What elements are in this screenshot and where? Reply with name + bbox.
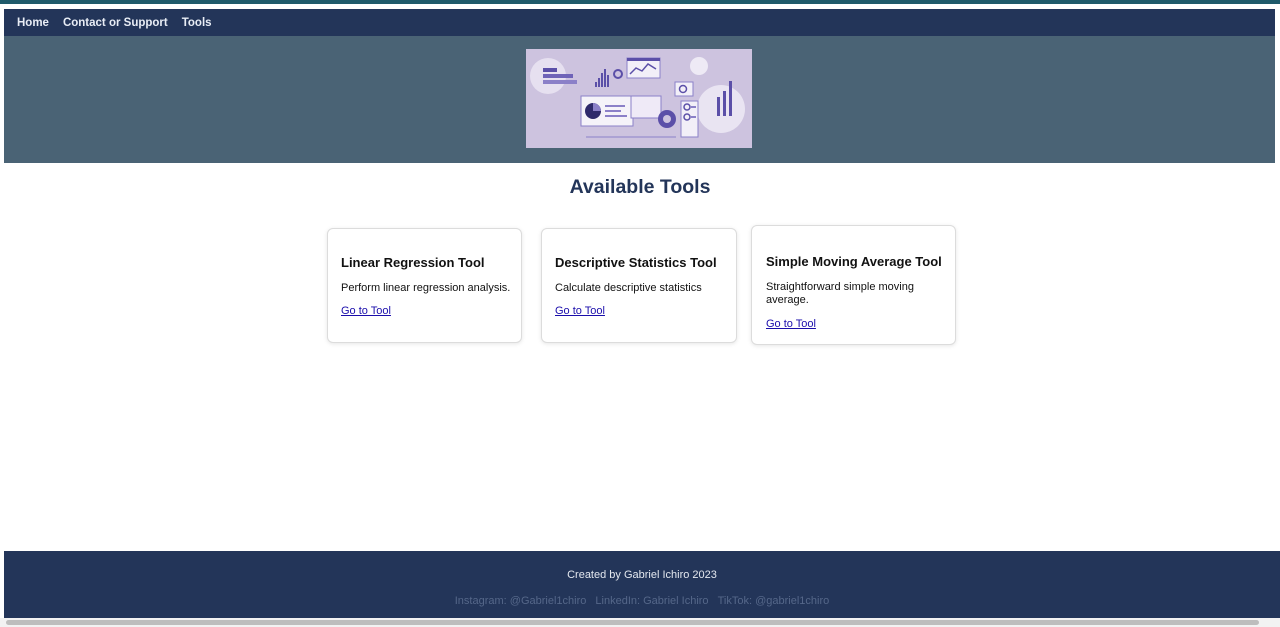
footer-credit: Created by Gabriel Ichiro 2023 — [567, 569, 717, 581]
instagram-link[interactable]: Instagram: @Gabriel1chiro — [455, 595, 587, 607]
go-to-tool-link[interactable]: Go to Tool — [555, 305, 605, 317]
footer: Created by Gabriel Ichiro 2023 Instagram… — [4, 551, 1280, 618]
linkedin-link[interactable]: LinkedIn: Gabriel Ichiro — [595, 595, 708, 607]
go-to-tool-link[interactable]: Go to Tool — [341, 305, 391, 317]
hero-banner — [4, 36, 1275, 163]
scrollbar-thumb[interactable] — [6, 620, 1259, 625]
horizontal-scrollbar[interactable] — [0, 618, 1280, 627]
go-to-tool-link[interactable]: Go to Tool — [766, 318, 816, 330]
nav-contact-support[interactable]: Contact or Support — [63, 17, 168, 29]
top-navbar: Home Contact or Support Tools — [4, 9, 1275, 36]
tiktok-link[interactable]: TikTok: @gabriel1chiro — [718, 595, 830, 607]
card-title: Linear Regression Tool — [341, 255, 485, 270]
top-accent-strip — [0, 0, 1280, 4]
footer-social-links: Instagram: @Gabriel1chiro LinkedIn: Gabr… — [4, 595, 1280, 607]
dashboard-illustration-icon — [526, 49, 752, 148]
card-title: Descriptive Statistics Tool — [555, 255, 717, 270]
card-description: Straightforward simple moving average. — [766, 281, 914, 306]
tool-card-simple-moving-average: Simple Moving Average Tool Straightforwa… — [751, 225, 956, 345]
tool-card-linear-regression: Linear Regression Tool Perform linear re… — [327, 228, 522, 343]
card-description: Calculate descriptive statistics — [555, 282, 702, 294]
nav-tools[interactable]: Tools — [182, 17, 212, 29]
card-title: Simple Moving Average Tool — [766, 254, 942, 269]
page-title: Available Tools — [569, 176, 711, 198]
dashboard-illustration — [526, 49, 752, 148]
tool-card-descriptive-statistics: Descriptive Statistics Tool Calculate de… — [541, 228, 737, 343]
card-description: Perform linear regression analysis. — [341, 282, 511, 294]
nav-home[interactable]: Home — [17, 17, 49, 29]
